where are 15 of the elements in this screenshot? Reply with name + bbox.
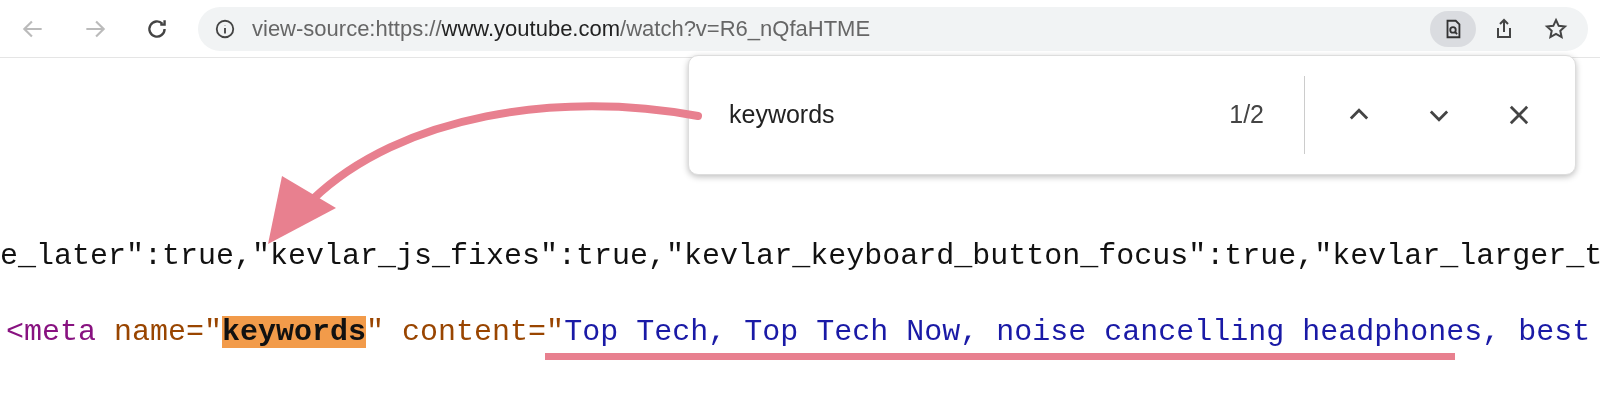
info-icon[interactable]: [214, 17, 236, 40]
star-icon[interactable]: [1544, 16, 1568, 41]
url-host: www.youtube.com: [441, 15, 621, 43]
url-path: /watch?v=R6_nQfaHTME: [620, 15, 871, 43]
find-query[interactable]: keywords: [729, 96, 835, 134]
address-bar[interactable]: view-source:https://www.youtube.com/watch?v=R6_nQfaHTME: [198, 6, 1588, 51]
tag-name: <meta: [6, 316, 96, 348]
url-scheme: view-source:https://: [252, 15, 442, 43]
attribute-name: " content=": [366, 316, 565, 348]
attribute-name: name=": [113, 316, 223, 348]
attribute-value: Top Tech, Top Tech Now, noise cancelling headphones, best: [564, 316, 1591, 348]
code-text: e_later":true,"kevlar_js_fixes":true,"kevlar_keyboard_button_focus":true,"kevlar_larger_t: [0, 240, 1600, 272]
match-count: 1/2: [1229, 99, 1264, 131]
find-in-page-button[interactable]: [1430, 10, 1476, 47]
search-match: keywords: [222, 316, 367, 348]
